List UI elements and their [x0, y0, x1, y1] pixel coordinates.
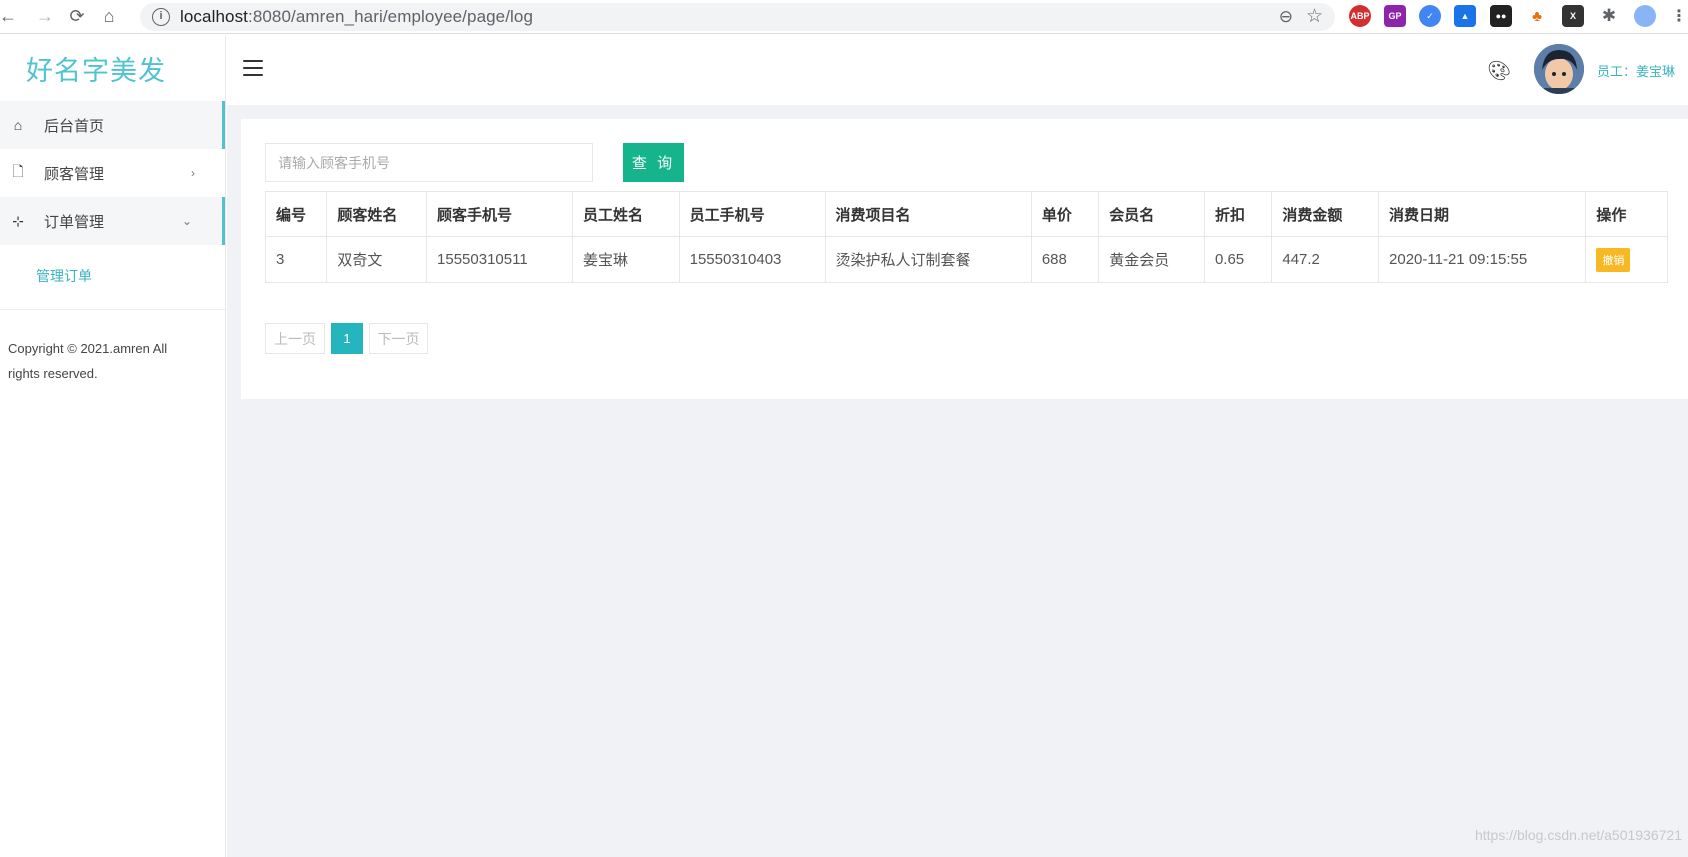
extension-icon[interactable]: X [1562, 5, 1584, 27]
top-header: 🎨︎ 员工：姜宝琳 [227, 35, 1688, 105]
url-path: :8080/amren_hari/employee/page/log [248, 7, 534, 26]
chevron-down-icon: ⌄ [181, 214, 192, 228]
sidebar-item-label: 订单管理 [44, 213, 105, 231]
extension-icon[interactable]: ✓ [1419, 5, 1441, 27]
cell-employee-phone: 15550310403 [678, 236, 826, 283]
column-header: 员工姓名 [571, 191, 680, 237]
browser-menu-icon[interactable]: ⋮ [1668, 5, 1688, 27]
column-header: 消费项目名 [824, 191, 1032, 237]
table-row: 3 双奇文 15550310511 姜宝琳 15550310403 烫染护私人订… [264, 236, 1668, 283]
cell-amount: 447.2 [1271, 236, 1380, 283]
page-number-button[interactable]: 1 [331, 323, 363, 354]
avatar[interactable] [1534, 44, 1584, 94]
home-icon: ⌂ [13, 117, 23, 133]
column-header: 编号 [264, 191, 328, 237]
sidebar-subitem-manage-orders[interactable]: 管理订单 [0, 245, 225, 307]
url-text[interactable]: localhost:8080/amren_hari/employee/page/… [180, 7, 533, 27]
extension-icon[interactable]: ♣ [1526, 5, 1548, 27]
cell-member: 黄金会员 [1098, 236, 1205, 283]
site-info-icon[interactable]: i [152, 8, 170, 26]
home-nav-icon[interactable]: ⌂ [92, 3, 126, 31]
cell-employee-name: 姜宝琳 [571, 236, 680, 283]
url-host: localhost [180, 7, 248, 26]
sidebar-item-label: 后台首页 [44, 117, 105, 135]
column-header: 单价 [1030, 191, 1100, 237]
forward-icon[interactable]: → [28, 3, 62, 31]
profile-icon[interactable] [1634, 5, 1656, 27]
app-logo[interactable]: 好名字美发 [0, 35, 225, 101]
column-header: 员工手机号 [678, 191, 826, 237]
column-header: 折扣 [1203, 191, 1273, 237]
back-icon[interactable]: ← [0, 3, 17, 31]
cell-action: 撤销 [1585, 236, 1668, 283]
menu-toggle-icon[interactable] [243, 60, 263, 76]
cell-discount: 0.65 [1203, 236, 1273, 283]
table-header-row: 编号 顾客姓名 顾客手机号 员工姓名 员工手机号 消费项目名 单价 会员名 折扣… [264, 191, 1668, 237]
address-bar[interactable]: i localhost:8080/amren_hari/employee/pag… [140, 3, 1335, 31]
cell-id: 3 [264, 236, 328, 283]
cell-customer-phone: 15550310511 [426, 236, 573, 283]
column-header: 操作 [1585, 191, 1668, 237]
sidebar-item-orders[interactable]: ⊹ 订单管理 ⌄ [0, 197, 225, 245]
sidebar-item-label: 顾客管理 [44, 165, 105, 183]
zoom-icon[interactable]: ⊖ [1279, 7, 1293, 27]
cell-price: 688 [1030, 236, 1100, 283]
extensions-puzzle-icon[interactable]: ✱ [1598, 5, 1620, 27]
column-header: 会员名 [1098, 191, 1205, 237]
tree-icon: ⊹ [12, 212, 24, 229]
phone-search-input[interactable] [265, 143, 593, 182]
column-header: 顾客手机号 [426, 191, 573, 237]
palette-icon[interactable]: 🎨︎ [1487, 59, 1511, 83]
copyright-text: Copyright © 2021.amren All rights reserv… [8, 341, 168, 381]
watermark: https://blog.csdn.net/a501936721 [1474, 827, 1682, 843]
sidebar: 好名字美发 ⌂ 后台首页 🗋 顾客管理 › ⊹ 订单管理 ⌄ 管理订单 Copy… [0, 35, 226, 857]
column-header: 消费金额 [1271, 191, 1380, 237]
extension-icon[interactable]: ●● [1490, 5, 1512, 27]
orders-table: 编号 顾客姓名 顾客手机号 员工姓名 员工手机号 消费项目名 单价 会员名 折扣… [264, 191, 1668, 283]
next-page-button[interactable]: 下一页 [369, 323, 428, 354]
revoke-button[interactable]: 撤销 [1596, 247, 1631, 272]
column-header: 顾客姓名 [326, 191, 428, 237]
column-header: 消费日期 [1378, 191, 1587, 237]
cell-customer-name: 双奇文 [326, 236, 428, 283]
extension-icon[interactable]: GP [1384, 5, 1406, 27]
query-button[interactable]: 查 询 [623, 143, 684, 182]
pagination: 上一页 1 下一页 [265, 323, 434, 354]
sidebar-item-dashboard[interactable]: ⌂ 后台首页 [0, 101, 225, 149]
cell-project: 烫染护私人订制套餐 [824, 236, 1032, 283]
extension-icon[interactable]: ▲ [1454, 5, 1476, 27]
user-name-dropdown[interactable]: 员工：姜宝琳 [1597, 61, 1675, 80]
reload-icon[interactable]: ⟳ [60, 3, 94, 31]
cell-date: 2020-11-21 09:15:55 [1378, 236, 1587, 283]
bookmark-star-icon[interactable]: ☆ [1306, 5, 1323, 28]
sidebar-item-customers[interactable]: 🗋 顾客管理 › [0, 149, 225, 197]
prev-page-button[interactable]: 上一页 [265, 323, 325, 354]
adblock-extension-icon[interactable]: ABP [1349, 5, 1371, 27]
file-icon: 🗋 [12, 163, 24, 179]
chevron-right-icon: › [191, 166, 195, 180]
